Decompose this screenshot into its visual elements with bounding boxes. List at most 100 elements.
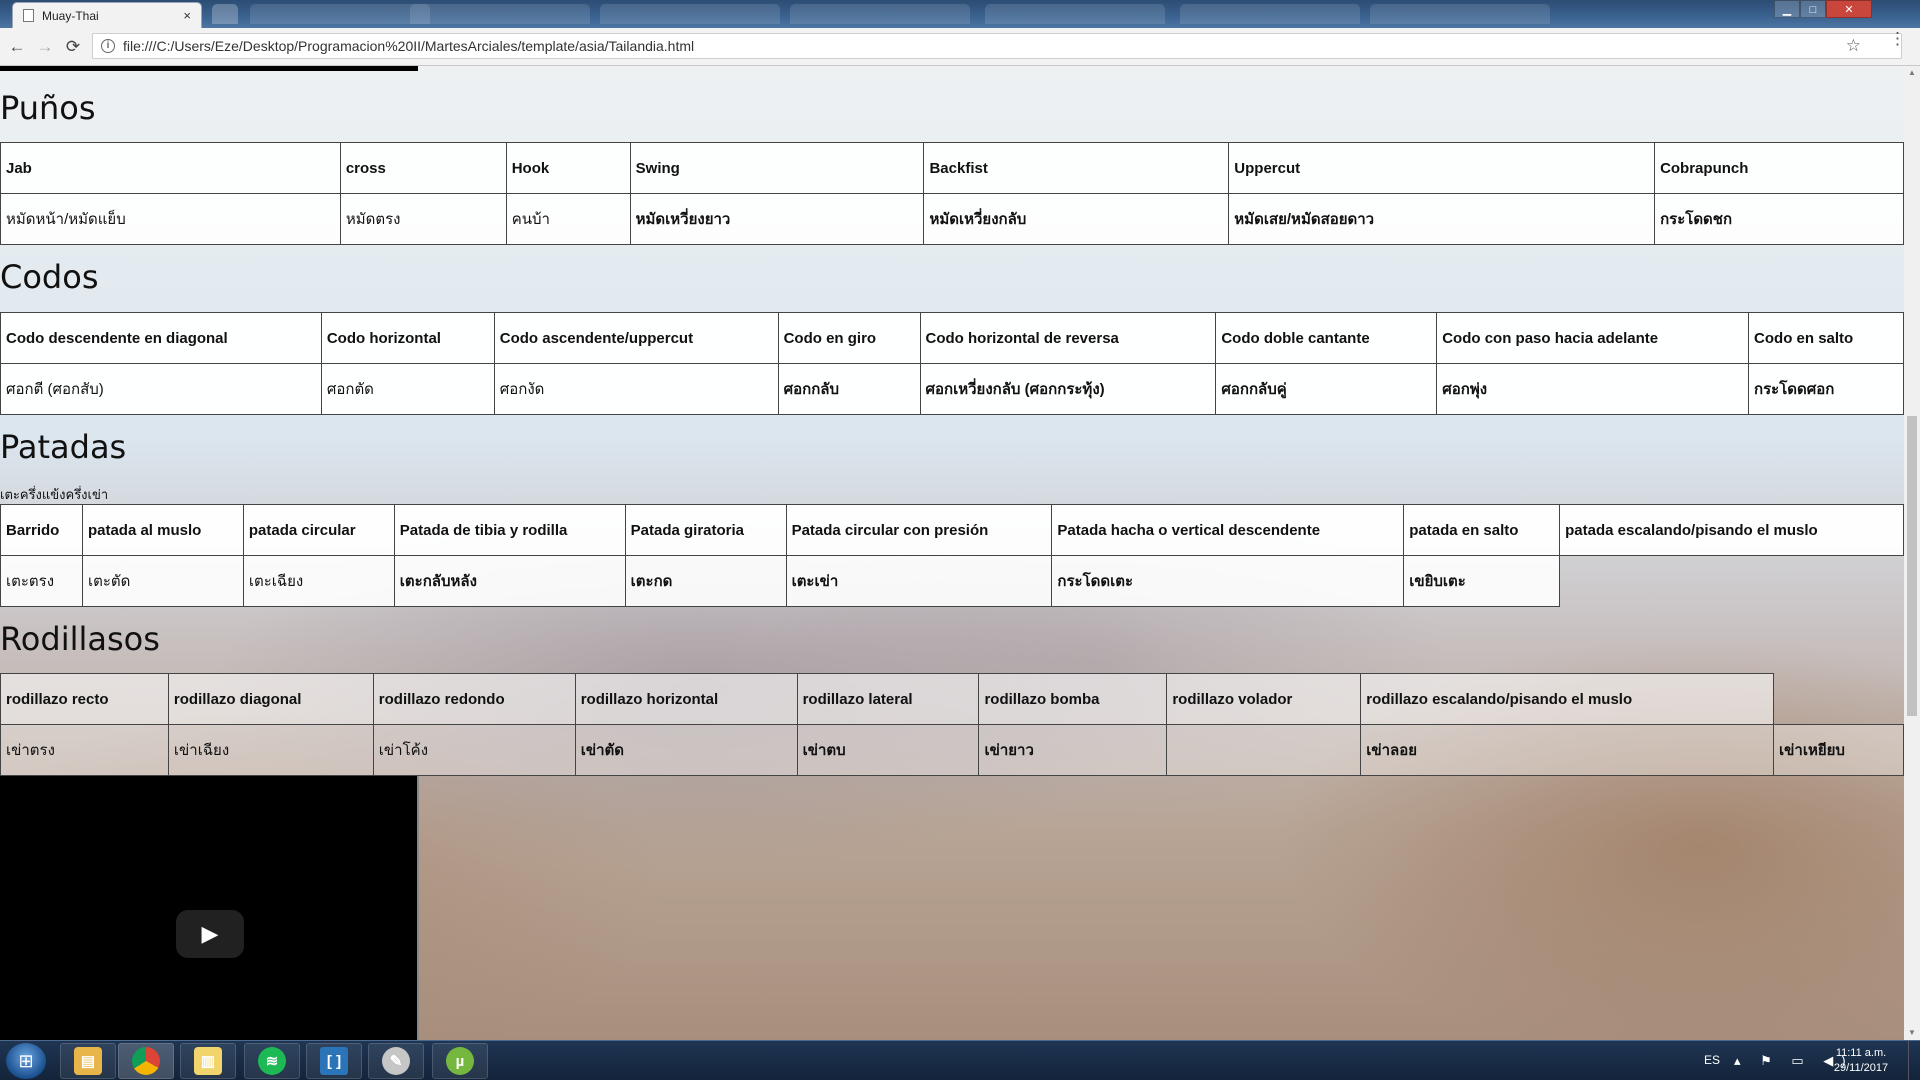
spotify-icon: ≋ bbox=[258, 1047, 286, 1075]
new-tab-button[interactable] bbox=[212, 4, 238, 24]
browser-titlebar: Muay-Thai × ▁ □ ✕ bbox=[0, 0, 1920, 28]
tab-close-icon[interactable]: × bbox=[183, 8, 191, 23]
table-cell: ศอกกลับ bbox=[777, 363, 921, 415]
taskbar-spotify[interactable]: ≋ bbox=[244, 1043, 300, 1079]
table-cell: เตะกด bbox=[624, 555, 787, 607]
codos-heading: Codos bbox=[0, 258, 99, 296]
chrome-icon bbox=[132, 1047, 160, 1075]
table-header: rodillazo redondo bbox=[372, 673, 576, 725]
taskbar-folder[interactable]: ▥ bbox=[180, 1043, 236, 1079]
video-player[interactable]: ▶ bbox=[0, 776, 419, 1040]
clock-time: 11:11 a.m. bbox=[1835, 1047, 1887, 1059]
tab-muay-thai[interactable]: Muay-Thai × bbox=[12, 2, 202, 28]
table-cell: ศอกตัด bbox=[320, 363, 495, 415]
table-cell: ศอกกลับคู่ bbox=[1215, 363, 1438, 415]
table-cell: หมัดเสย/หมัดสอยดาว bbox=[1228, 193, 1656, 245]
background-tab[interactable] bbox=[250, 4, 430, 24]
background-tab[interactable] bbox=[790, 4, 970, 24]
table-header: Codo doble cantante bbox=[1215, 312, 1438, 364]
background-tab[interactable] bbox=[410, 4, 590, 24]
language-indicator[interactable]: ES bbox=[1704, 1053, 1720, 1067]
page-content: Puños Jab cross Hook Swing Backfist Uppe… bbox=[0, 66, 1904, 1040]
background-tab[interactable] bbox=[1370, 4, 1550, 24]
table-cell: เตะกลับหลัง bbox=[393, 555, 626, 607]
table-cell: หมัดหน้า/หมัดแย็บ bbox=[0, 193, 341, 245]
table-cell: เตะตัด bbox=[81, 555, 244, 607]
table-cell: เตะเข่า bbox=[785, 555, 1053, 607]
paint-icon: ✎ bbox=[382, 1047, 410, 1075]
table-header: Patada circular con presión bbox=[785, 504, 1053, 556]
taskbar: ⊞ ▤ ▥ ≋ [ ] ✎ µ ES ▴ ⚑ ▭ ◀) 11:11 a.m. 2… bbox=[0, 1040, 1920, 1080]
table-header: Uppercut bbox=[1228, 142, 1656, 194]
maximize-button[interactable]: □ bbox=[1800, 0, 1826, 18]
table-cell bbox=[1166, 724, 1362, 776]
background-tab[interactable] bbox=[985, 4, 1165, 24]
page-viewport: Puños Jab cross Hook Swing Backfist Uppe… bbox=[0, 66, 1920, 1040]
play-icon[interactable]: ▶ bbox=[176, 910, 244, 958]
taskbar-explorer[interactable]: ▤ bbox=[60, 1043, 116, 1079]
table-cell: ศอกตี (ศอกสับ) bbox=[0, 363, 322, 415]
clock-date: 29/11/2017 bbox=[1833, 1062, 1889, 1074]
table-header: Codo horizontal bbox=[320, 312, 495, 364]
table-header: Codo descendente en diagonal bbox=[0, 312, 322, 364]
table-header: patada escalando/pisando el muslo bbox=[1559, 504, 1904, 556]
table-header: Cobrapunch bbox=[1654, 142, 1904, 194]
table-cell: เตะตรง bbox=[0, 555, 83, 607]
rodillasos-table: rodillazo recto rodillazo diagonal rodil… bbox=[0, 673, 1904, 776]
table-cell: ศอกพุ่ง bbox=[1436, 363, 1750, 415]
browser-toolbar: ← → ⟳ i file:///C:/Users/Eze/Desktop/Pro… bbox=[0, 28, 1920, 66]
brackets-icon: [ ] bbox=[320, 1047, 348, 1075]
scroll-up-icon[interactable]: ▲ bbox=[1904, 66, 1920, 80]
table-header: Barrido bbox=[0, 504, 83, 556]
bookmark-star-icon[interactable]: ☆ bbox=[1846, 36, 1861, 56]
forward-arrow-icon[interactable]: → bbox=[34, 36, 56, 58]
browser-menu-icon[interactable]: ⋮ bbox=[1889, 29, 1906, 49]
table-header: Patada giratoria bbox=[624, 504, 787, 556]
table-cell: เข่าตัด bbox=[574, 724, 798, 776]
scroll-down-icon[interactable]: ▼ bbox=[1904, 1026, 1920, 1040]
start-button[interactable]: ⊞ bbox=[6, 1043, 46, 1079]
table-cell: เข่าเฉียง bbox=[167, 724, 374, 776]
folder-icon: ▥ bbox=[194, 1047, 222, 1075]
table-cell: ศอกเหวี่ยงกลับ (ศอกกระทุ้ง) bbox=[919, 363, 1217, 415]
info-icon[interactable]: i bbox=[101, 39, 115, 53]
table-cell: คนบ้า bbox=[505, 193, 631, 245]
taskbar-brackets[interactable]: [ ] bbox=[306, 1043, 362, 1079]
table-header: rodillazo recto bbox=[0, 673, 169, 725]
scroll-thumb[interactable] bbox=[1907, 416, 1917, 716]
table-cell: เข่าตรง bbox=[0, 724, 169, 776]
table-header: Codo con paso hacia adelante bbox=[1436, 312, 1750, 364]
close-window-button[interactable]: ✕ bbox=[1826, 0, 1872, 18]
address-bar[interactable]: i file:///C:/Users/Eze/Desktop/Programac… bbox=[92, 33, 1902, 59]
patadas-heading: Patadas bbox=[0, 428, 127, 466]
table-header: Patada hacha o vertical descendente bbox=[1051, 504, 1405, 556]
minimize-button[interactable]: ▁ bbox=[1774, 0, 1800, 18]
url-text[interactable]: file:///C:/Users/Eze/Desktop/Programacio… bbox=[123, 38, 1901, 54]
table-header: rodillazo diagonal bbox=[167, 673, 374, 725]
table-header: rodillazo volador bbox=[1166, 673, 1362, 725]
table-cell: หมัดเหวี่ยงยาว bbox=[629, 193, 925, 245]
table-cell: ศอกงัด bbox=[493, 363, 779, 415]
table-header-empty bbox=[1773, 673, 1904, 725]
table-header: rodillazo escalando/pisando el muslo bbox=[1360, 673, 1775, 725]
table-cell: กระโดดศอก bbox=[1748, 363, 1904, 415]
patadas-table: Barrido patada al muslo patada circular … bbox=[0, 504, 1904, 607]
table-header: Codo horizontal de reversa bbox=[919, 312, 1217, 364]
taskbar-chrome[interactable] bbox=[118, 1043, 174, 1079]
table-cell: กระโดดเตะ bbox=[1051, 555, 1405, 607]
back-arrow-icon[interactable]: ← bbox=[6, 36, 28, 58]
show-desktop-button[interactable] bbox=[1908, 1041, 1920, 1080]
vertical-scrollbar[interactable]: ▲ ▼ bbox=[1904, 66, 1920, 1040]
patadas-note: เตะครึ่งแข้งครึ่งเข่า bbox=[0, 487, 109, 502]
table-cell: เขยิบเตะ bbox=[1403, 555, 1561, 607]
table-header: Patada de tibia y rodilla bbox=[393, 504, 626, 556]
table-header: rodillazo bomba bbox=[978, 673, 1168, 725]
reload-icon[interactable]: ⟳ bbox=[62, 36, 84, 58]
background-tab[interactable] bbox=[600, 4, 780, 24]
tab-title: Muay-Thai bbox=[42, 8, 99, 23]
taskbar-paint[interactable]: ✎ bbox=[368, 1043, 424, 1079]
background-tab[interactable] bbox=[1180, 4, 1360, 24]
clock[interactable]: 11:11 a.m. 29/11/2017 bbox=[1826, 1046, 1896, 1076]
table-cell: กระโดดชก bbox=[1654, 193, 1904, 245]
taskbar-utorrent[interactable]: µ bbox=[432, 1043, 488, 1079]
